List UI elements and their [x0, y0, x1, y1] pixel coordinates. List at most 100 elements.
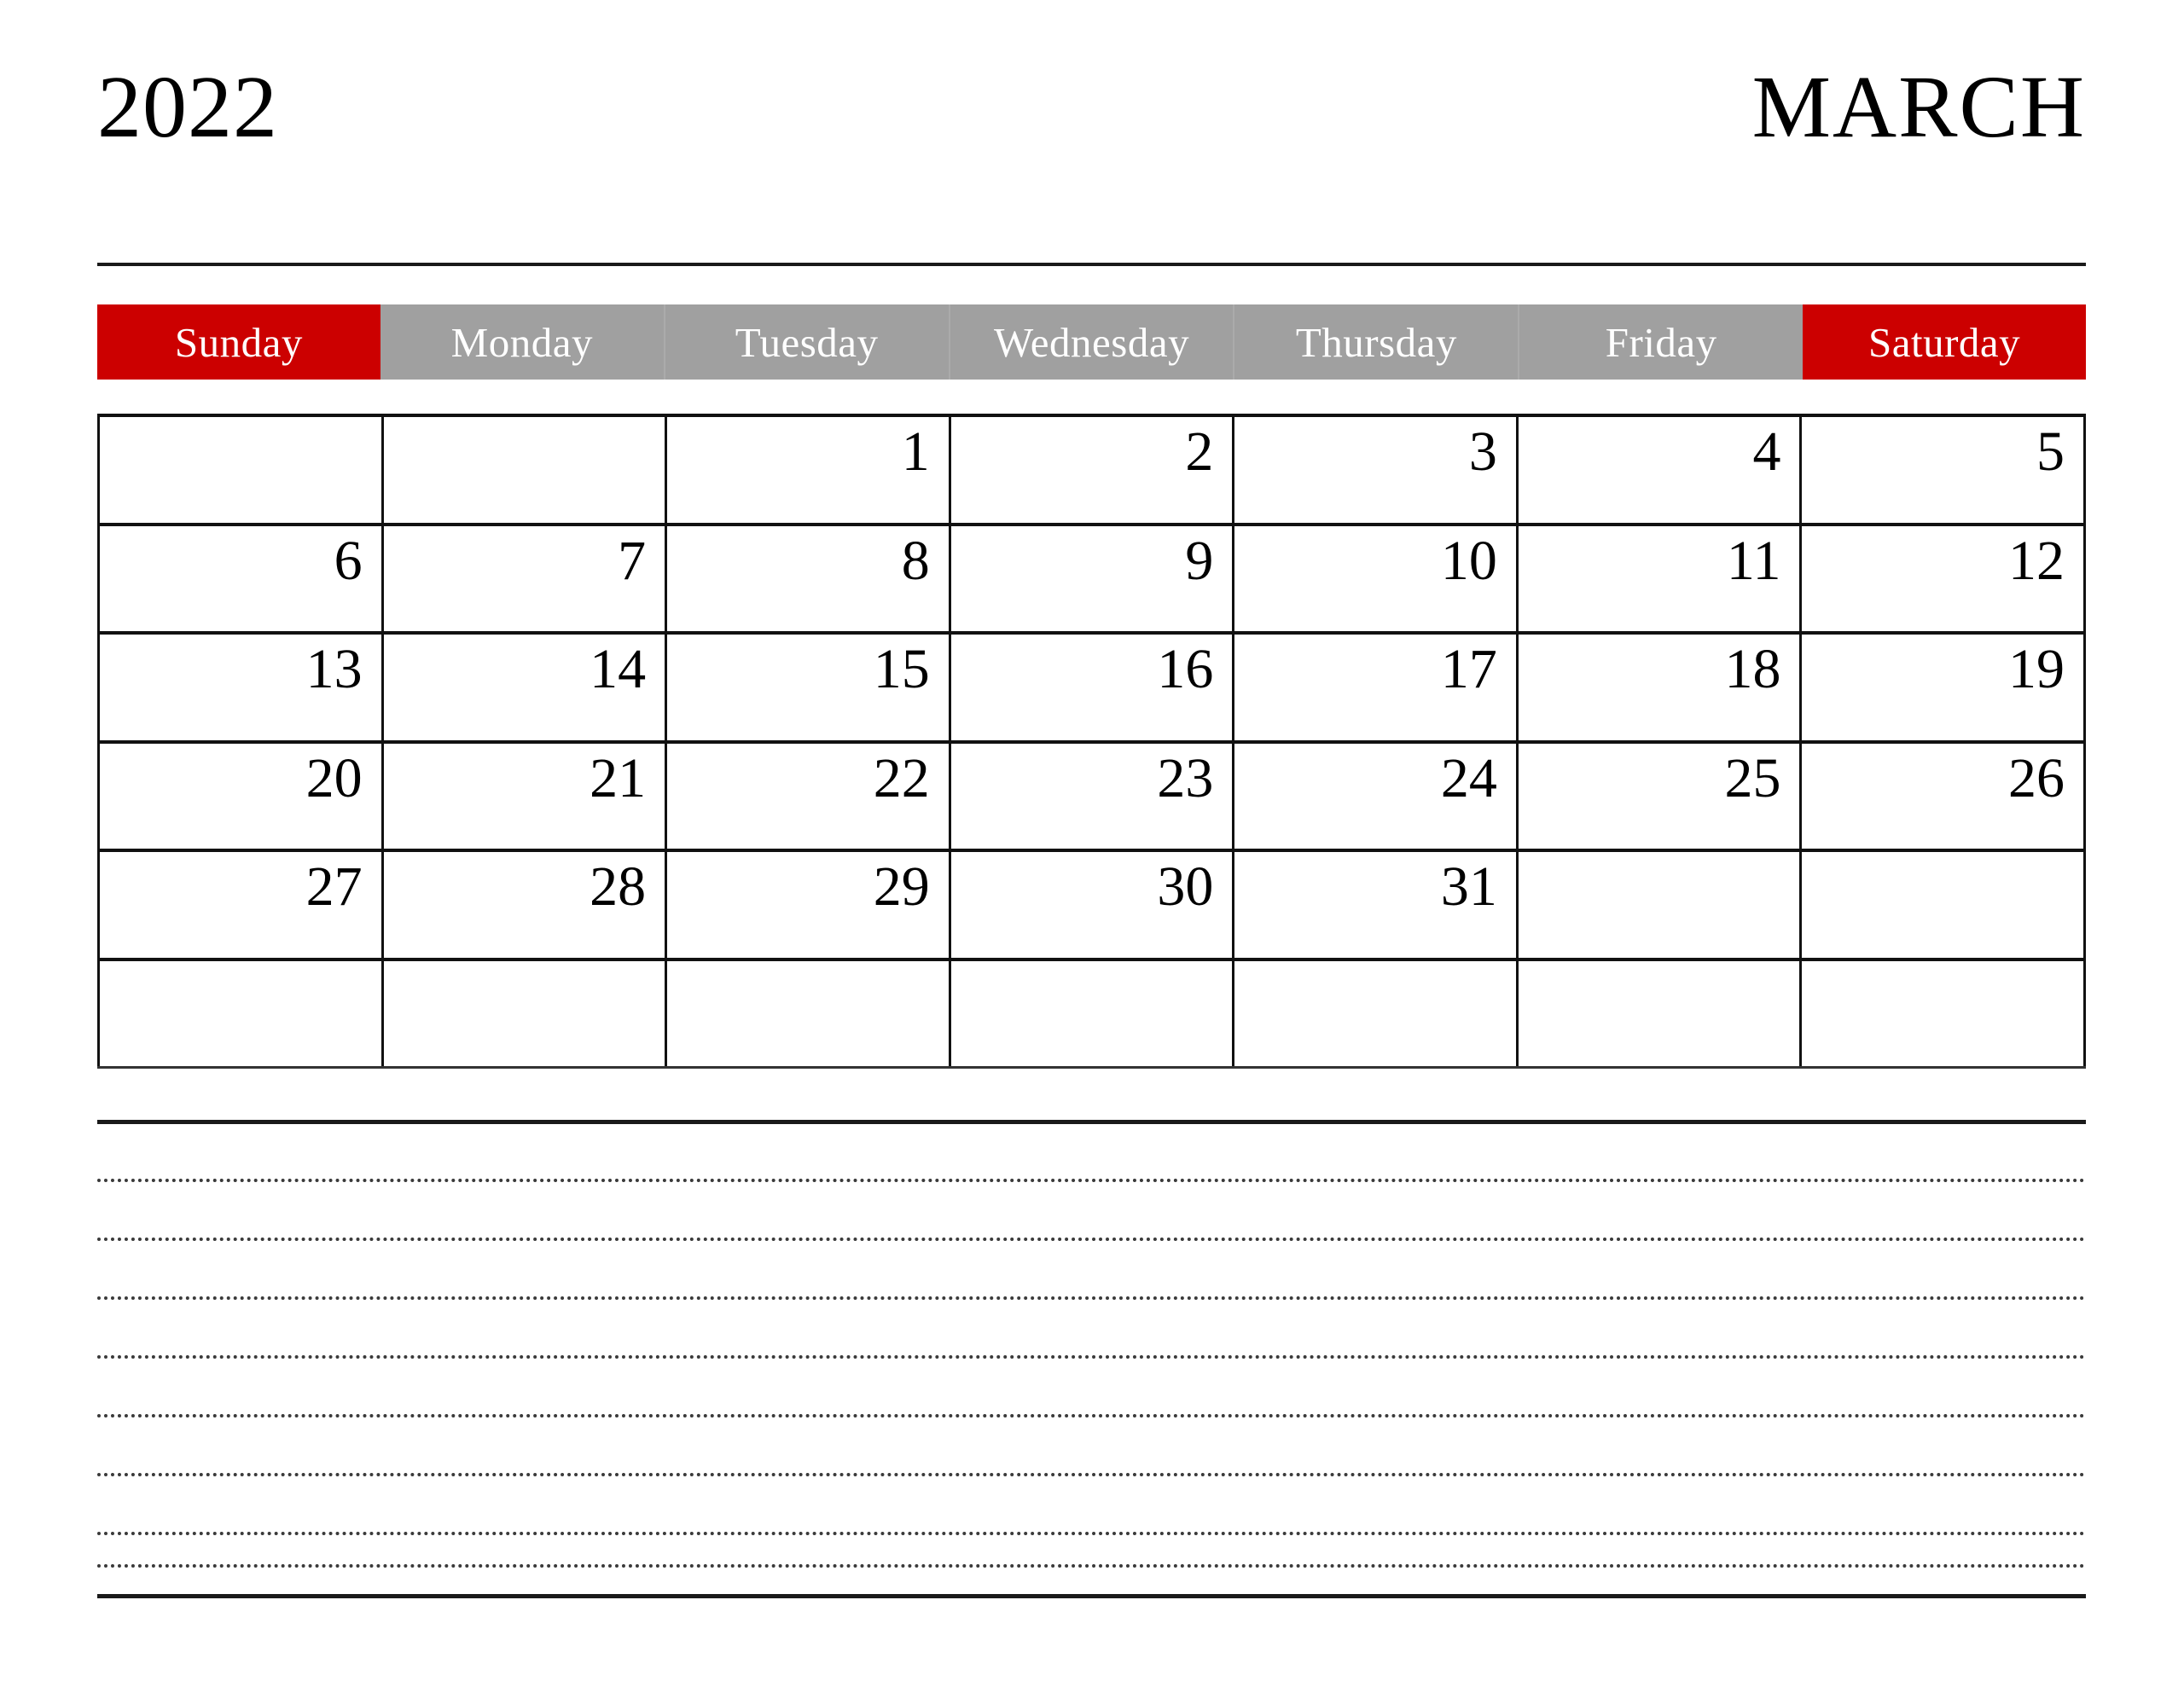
day-cell-empty[interactable]: [384, 960, 668, 1066]
note-line-5: [97, 1355, 2086, 1359]
day-cell-11[interactable]: 11: [1519, 525, 1803, 631]
weekday-header-thursday: Thursday: [1233, 304, 1519, 380]
week-row: 6 7 8 9 10 11 12: [97, 522, 2087, 631]
day-number: 11: [1726, 529, 1781, 592]
day-cell-7[interactable]: 7: [384, 525, 668, 631]
weekday-header-tuesday: Tuesday: [663, 304, 949, 380]
month-title: MARCH: [1751, 58, 2086, 156]
day-number: 26: [2008, 746, 2065, 809]
day-number: 9: [1185, 529, 1214, 592]
calendar-title-row: 2022 MARCH: [97, 49, 2086, 152]
day-number: 31: [1440, 855, 1497, 918]
day-cell-31[interactable]: 31: [1234, 852, 1519, 958]
day-number: 22: [873, 746, 930, 809]
day-cell-8[interactable]: 8: [667, 525, 951, 631]
day-cell-empty[interactable]: [667, 960, 951, 1066]
day-cell-3[interactable]: 3: [1234, 417, 1519, 523]
day-cell-1[interactable]: 1: [667, 417, 951, 523]
day-number: 24: [1440, 746, 1497, 809]
day-number: 17: [1440, 638, 1497, 700]
day-cell-empty[interactable]: [97, 960, 384, 1066]
day-cell-22[interactable]: 22: [667, 743, 951, 849]
note-line-7: [97, 1473, 2086, 1476]
day-cell-29[interactable]: 29: [667, 852, 951, 958]
day-number: 18: [1724, 638, 1781, 700]
day-number: 10: [1440, 529, 1497, 592]
day-number: 20: [305, 746, 363, 809]
day-number: 25: [1724, 746, 1781, 809]
day-number: 16: [1157, 638, 1214, 700]
year-title: 2022: [97, 58, 278, 156]
day-cell-26[interactable]: 26: [1802, 743, 2087, 849]
day-cell-empty[interactable]: [384, 417, 668, 523]
day-cell-10[interactable]: 10: [1234, 525, 1519, 631]
day-number: 3: [1468, 420, 1497, 483]
day-number: 23: [1157, 746, 1214, 809]
day-cell-16[interactable]: 16: [951, 635, 1235, 740]
note-line-3: [97, 1238, 2086, 1241]
day-number: 21: [590, 746, 647, 809]
day-cell-21[interactable]: 21: [384, 743, 668, 849]
day-cell-15[interactable]: 15: [667, 635, 951, 740]
day-cell-empty[interactable]: [951, 960, 1235, 1066]
week-row: [97, 957, 2087, 1069]
day-number: 4: [1752, 420, 1781, 483]
week-row: 27 28 29 30 31: [97, 849, 2087, 958]
day-number: 5: [2036, 420, 2065, 483]
day-cell-empty[interactable]: [1519, 960, 1803, 1066]
day-cell-28[interactable]: 28: [384, 852, 668, 958]
weekday-header-friday: Friday: [1518, 304, 1804, 380]
day-number: 14: [590, 638, 647, 700]
day-number: 15: [873, 638, 930, 700]
day-cell-empty[interactable]: [97, 417, 384, 523]
weekday-header-monday: Monday: [380, 304, 664, 380]
day-cell-empty[interactable]: [1519, 852, 1803, 958]
day-number: 28: [590, 855, 647, 918]
calendar-page: 2022 MARCH Sunday Monday Tuesday Wednesday T…: [0, 0, 2184, 1687]
day-number: 19: [2008, 638, 2065, 700]
day-cell-14[interactable]: 14: [384, 635, 668, 740]
day-cell-2[interactable]: 2: [951, 417, 1235, 523]
day-number: 27: [305, 855, 363, 918]
day-cell-20[interactable]: 20: [97, 743, 384, 849]
day-cell-13[interactable]: 13: [97, 635, 384, 740]
day-cell-5[interactable]: 5: [1802, 417, 2087, 523]
week-row: 20 21 22 23 24 25 26: [97, 739, 2087, 849]
day-number: 8: [901, 529, 930, 592]
day-cell-empty[interactable]: [1802, 852, 2087, 958]
note-line-6: [97, 1414, 2086, 1417]
note-line-4: [97, 1296, 2086, 1300]
weekday-header-sunday: Sunday: [97, 304, 380, 380]
day-cell-27[interactable]: 27: [97, 852, 384, 958]
day-cell-empty[interactable]: [1802, 960, 2087, 1066]
day-cell-24[interactable]: 24: [1234, 743, 1519, 849]
note-line-9: [97, 1564, 2086, 1568]
day-cell-30[interactable]: 30: [951, 852, 1235, 958]
weekday-header-row: Sunday Monday Tuesday Wednesday Thursday Frid…: [97, 304, 2087, 380]
day-cell-4[interactable]: 4: [1519, 417, 1803, 523]
note-line-8: [97, 1532, 2086, 1535]
title-divider: [97, 263, 2086, 266]
day-number: 2: [1185, 420, 1214, 483]
month-grid: 1 2 3 4 5 6 7 8 9 10 11 12 13 14 15 16 17 18 19 20 21 22 23 24 2…: [97, 414, 2087, 1069]
day-cell-6[interactable]: 6: [97, 525, 384, 631]
day-number: 13: [305, 638, 363, 700]
day-cell-17[interactable]: 17: [1234, 635, 1519, 740]
day-cell-23[interactable]: 23: [951, 743, 1235, 849]
day-cell-19[interactable]: 19: [1802, 635, 2087, 740]
day-cell-25[interactable]: 25: [1519, 743, 1803, 849]
day-number: 7: [618, 529, 647, 592]
week-row: 1 2 3 4 5: [97, 414, 2087, 523]
day-number: 1: [901, 420, 930, 483]
day-cell-12[interactable]: 12: [1802, 525, 2087, 631]
day-cell-18[interactable]: 18: [1519, 635, 1803, 740]
day-number: 6: [334, 529, 363, 592]
day-cell-9[interactable]: 9: [951, 525, 1235, 631]
day-number: 29: [873, 855, 930, 918]
weekday-header-wednesday: Wednesday: [948, 304, 1234, 380]
note-line-1: [97, 1120, 2086, 1124]
weekday-header-saturday: Saturday: [1803, 304, 2087, 380]
day-cell-empty[interactable]: [1234, 960, 1519, 1066]
day-number: 12: [2008, 529, 2065, 592]
day-number: 30: [1157, 855, 1214, 918]
